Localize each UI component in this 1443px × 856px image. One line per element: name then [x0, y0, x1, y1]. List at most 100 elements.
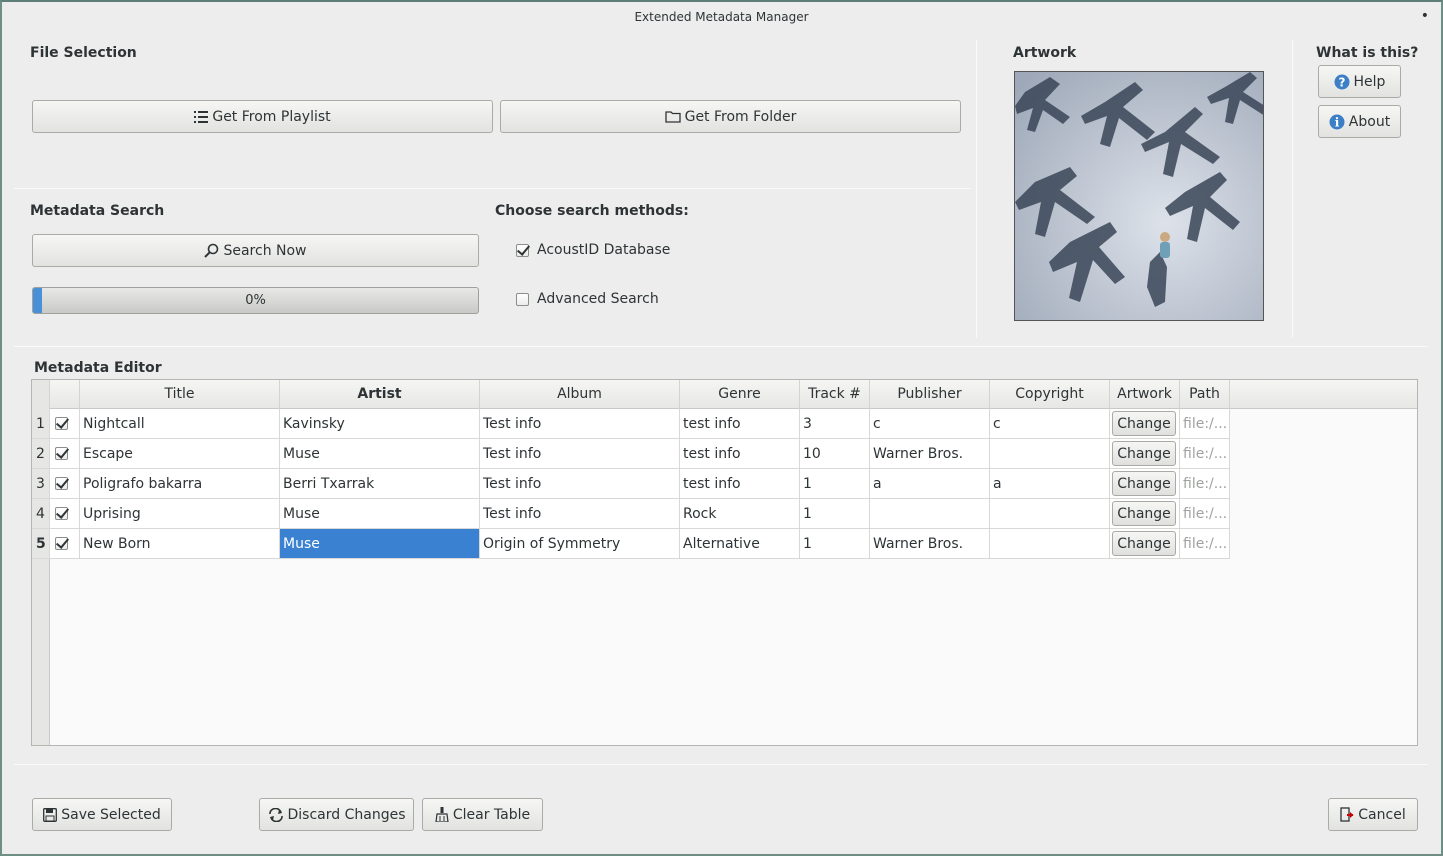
- column-header-artist[interactable]: Artist: [280, 380, 480, 409]
- cell-publisher[interactable]: Warner Bros.: [870, 439, 990, 469]
- cell-genre[interactable]: Alternative: [680, 529, 800, 559]
- cell-track[interactable]: 10: [800, 439, 870, 469]
- separator: [1292, 40, 1293, 338]
- window-menu-icon[interactable]: •: [1421, 2, 1429, 30]
- column-header-path[interactable]: Path: [1180, 380, 1230, 409]
- column-header-artwork[interactable]: Artwork: [1110, 380, 1180, 409]
- row-checkbox[interactable]: [55, 417, 68, 430]
- cell-copyright[interactable]: [990, 499, 1110, 529]
- cell-title[interactable]: Poligrafo bakarra: [80, 469, 280, 499]
- cell-genre[interactable]: test info: [680, 439, 800, 469]
- change-artwork-button[interactable]: Change: [1112, 441, 1176, 466]
- checkbox-box[interactable]: [516, 292, 529, 306]
- cell-genre[interactable]: test info: [680, 469, 800, 499]
- artwork-title: Artwork: [1013, 45, 1077, 61]
- row-checkbox-cell[interactable]: [50, 469, 80, 499]
- cell-path[interactable]: file:/...: [1180, 529, 1230, 559]
- window-title: Extended Metadata Manager: [634, 10, 809, 24]
- cell-title[interactable]: New Born: [80, 529, 280, 559]
- cell-genre[interactable]: test info: [680, 409, 800, 439]
- row-checkbox-cell[interactable]: [50, 409, 80, 439]
- save-selected-button[interactable]: Save Selected: [32, 798, 172, 831]
- cell-artist-selected[interactable]: Muse: [280, 529, 480, 559]
- change-artwork-button[interactable]: Change: [1112, 531, 1176, 556]
- cell-track[interactable]: 1: [800, 529, 870, 559]
- cell-path[interactable]: file:/...: [1180, 409, 1230, 439]
- cell-publisher[interactable]: c: [870, 409, 990, 439]
- cell-copyright[interactable]: a: [990, 469, 1110, 499]
- metadata-table[interactable]: Title Artist Album Genre Track # Publish…: [31, 379, 1418, 746]
- change-artwork-button[interactable]: Change: [1112, 411, 1176, 436]
- advanced-search-checkbox[interactable]: Advanced Search: [516, 291, 659, 307]
- cell-genre[interactable]: Rock: [680, 499, 800, 529]
- about-button[interactable]: i About: [1318, 105, 1401, 138]
- cell-path[interactable]: file:/...: [1180, 469, 1230, 499]
- help-button[interactable]: ? Help: [1318, 65, 1401, 98]
- column-header-album[interactable]: Album: [480, 380, 680, 409]
- change-artwork-button[interactable]: Change: [1112, 501, 1176, 526]
- separator: [14, 764, 1428, 765]
- search-progress-bar: 0%: [32, 287, 479, 314]
- cell-copyright[interactable]: [990, 529, 1110, 559]
- clear-table-label: Clear Table: [452, 806, 531, 823]
- cell-track[interactable]: 3: [800, 409, 870, 439]
- cell-album[interactable]: Origin of Symmetry: [480, 529, 680, 559]
- cell-album[interactable]: Test info: [480, 499, 680, 529]
- cell-publisher[interactable]: Warner Bros.: [870, 529, 990, 559]
- cell-publisher[interactable]: a: [870, 469, 990, 499]
- row-checkbox-cell[interactable]: [50, 499, 80, 529]
- cell-path[interactable]: file:/...: [1180, 439, 1230, 469]
- row-checkbox[interactable]: [55, 477, 68, 490]
- get-from-folder-button[interactable]: Get From Folder: [500, 100, 961, 133]
- column-header-check[interactable]: [50, 380, 80, 409]
- row-checkbox[interactable]: [55, 537, 68, 550]
- title-bar[interactable]: Extended Metadata Manager •: [2, 2, 1441, 32]
- cell-track[interactable]: 1: [800, 499, 870, 529]
- cell-copyright[interactable]: c: [990, 409, 1110, 439]
- clear-table-button[interactable]: Clear Table: [422, 798, 543, 831]
- checkbox-box[interactable]: [516, 243, 529, 257]
- row-checkbox[interactable]: [55, 447, 68, 460]
- cell-album[interactable]: Test info: [480, 469, 680, 499]
- acoustid-checkbox[interactable]: AcoustID Database: [516, 242, 670, 258]
- cell-album[interactable]: Test info: [480, 439, 680, 469]
- row-checkbox-cell[interactable]: [50, 439, 80, 469]
- cell-artist[interactable]: Muse: [280, 499, 480, 529]
- cancel-button[interactable]: Cancel: [1328, 798, 1418, 831]
- cell-artist[interactable]: Muse: [280, 439, 480, 469]
- cell-copyright[interactable]: [990, 439, 1110, 469]
- table-row[interactable]: 2 Escape Muse Test info test info 10 War…: [32, 439, 1231, 469]
- cell-title[interactable]: Escape: [80, 439, 280, 469]
- cell-artist[interactable]: Kavinsky: [280, 409, 480, 439]
- column-header-copyright[interactable]: Copyright: [990, 380, 1110, 409]
- discard-changes-button[interactable]: Discard Changes: [259, 798, 414, 831]
- column-header-title[interactable]: Title: [80, 380, 280, 409]
- cell-artwork: Change: [1110, 439, 1180, 469]
- table-row[interactable]: 1 Nightcall Kavinsky Test info test info…: [32, 409, 1231, 439]
- row-checkbox[interactable]: [55, 507, 68, 520]
- search-now-button[interactable]: Search Now: [32, 234, 479, 267]
- table-row[interactable]: 3 Poligrafo bakarra Berri Txarrak Test i…: [32, 469, 1231, 499]
- cell-title[interactable]: Uprising: [80, 499, 280, 529]
- column-header-genre[interactable]: Genre: [680, 380, 800, 409]
- column-header-track[interactable]: Track #: [800, 380, 870, 409]
- row-checkbox-cell[interactable]: [50, 529, 80, 559]
- get-from-folder-label: Get From Folder: [684, 108, 797, 125]
- change-artwork-button[interactable]: Change: [1112, 471, 1176, 496]
- progress-fill: [33, 288, 42, 313]
- cell-album[interactable]: Test info: [480, 409, 680, 439]
- cell-artist[interactable]: Berri Txarrak: [280, 469, 480, 499]
- cell-track[interactable]: 1: [800, 469, 870, 499]
- cell-publisher[interactable]: [870, 499, 990, 529]
- save-selected-label: Save Selected: [61, 806, 161, 823]
- table-row[interactable]: 4 Uprising Muse Test info Rock 1 Change …: [32, 499, 1231, 529]
- column-header-publisher[interactable]: Publisher: [870, 380, 990, 409]
- svg-text:?: ?: [1338, 75, 1345, 89]
- get-from-playlist-label: Get From Playlist: [212, 108, 331, 125]
- row-number: 2: [32, 439, 50, 469]
- cell-title[interactable]: Nightcall: [80, 409, 280, 439]
- table-row[interactable]: 5 New Born Muse Origin of Symmetry Alter…: [32, 529, 1231, 559]
- get-from-playlist-button[interactable]: Get From Playlist: [32, 100, 493, 133]
- cell-path[interactable]: file:/...: [1180, 499, 1230, 529]
- corner-header[interactable]: [32, 380, 50, 409]
